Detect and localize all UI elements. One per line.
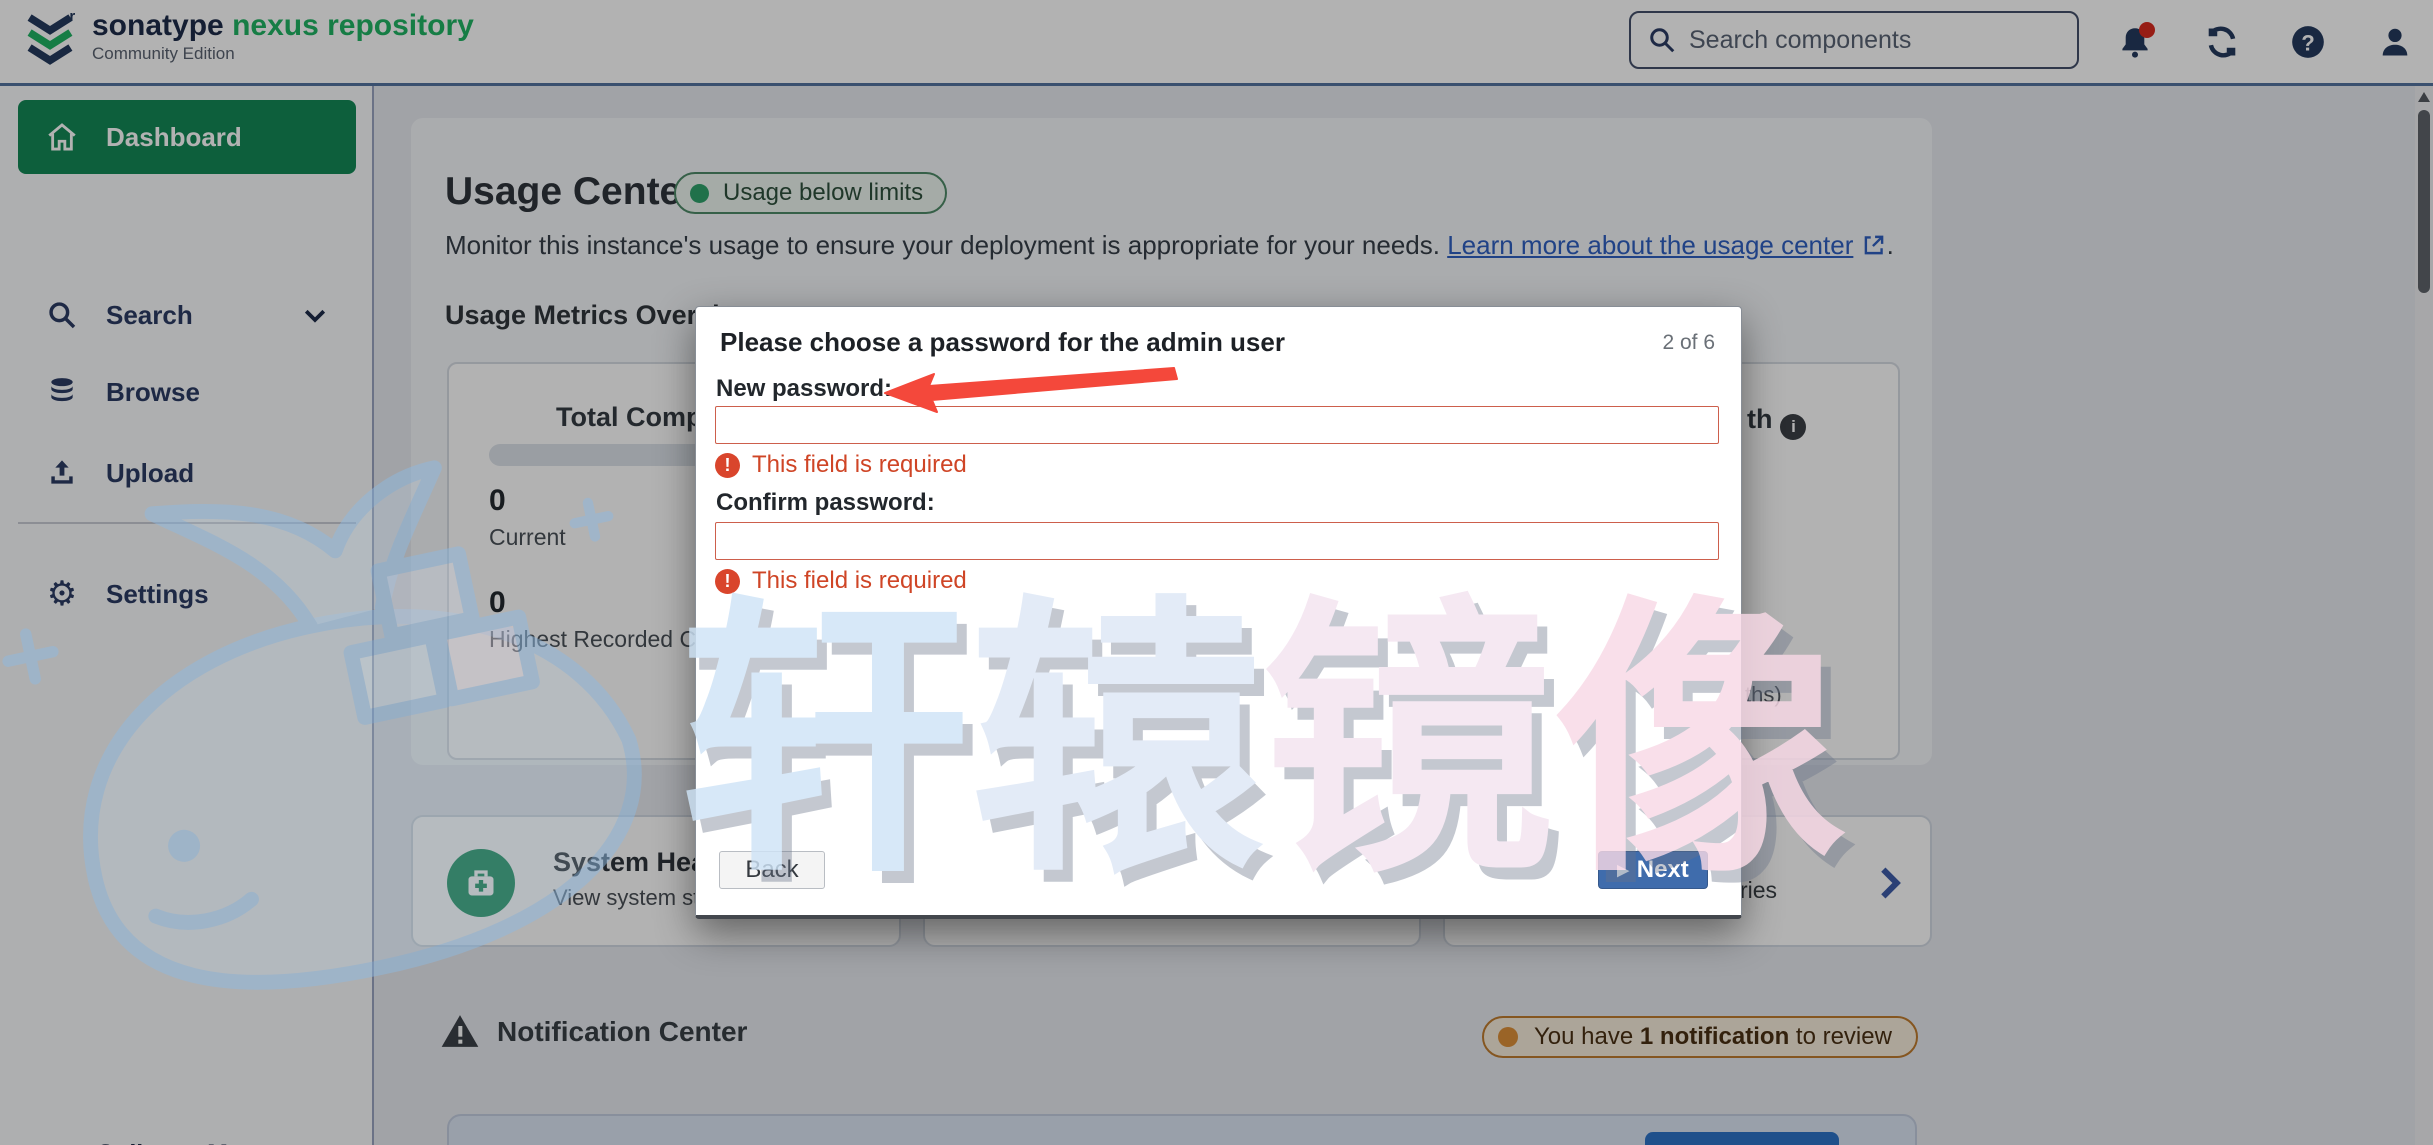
new-password-error: ! This field is required: [715, 451, 967, 479]
next-button[interactable]: ▶ Next: [1598, 851, 1708, 889]
error-text: This field is required: [752, 567, 967, 595]
error-exclamation-icon: !: [715, 569, 740, 594]
modal-title: Please choose a password for the admin u…: [720, 327, 1285, 358]
admin-password-modal: Please choose a password for the admin u…: [695, 306, 1742, 919]
new-password-input[interactable]: [715, 406, 1719, 444]
next-label: Next: [1637, 856, 1689, 884]
app-screen: r sonatype nexus repository Community Ed…: [0, 0, 2433, 1145]
confirm-password-label: Confirm password:: [716, 489, 935, 517]
next-arrow-icon: ▶: [1617, 861, 1629, 879]
confirm-password-input[interactable]: [715, 522, 1719, 560]
back-button[interactable]: Back: [719, 851, 825, 889]
confirm-password-error: ! This field is required: [715, 567, 967, 595]
error-exclamation-icon: !: [715, 453, 740, 478]
error-text: This field is required: [752, 451, 967, 479]
wizard-step-indicator: 2 of 6: [1662, 331, 1715, 355]
new-password-label: New password:: [716, 375, 892, 403]
